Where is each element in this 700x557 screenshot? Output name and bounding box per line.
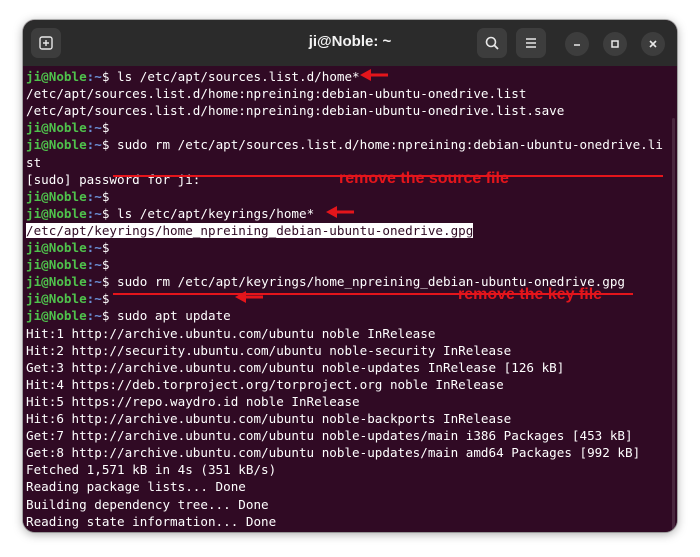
prompt-symbol: $: [101, 257, 118, 273]
maximize-button[interactable]: [603, 32, 627, 56]
output-line: Hit:1 http://archive.ubuntu.com/ubuntu n…: [26, 325, 435, 342]
output-line: /etc/apt/keyrings/home_npreining_debian-…: [26, 222, 474, 239]
output-text: Hit:1 http://archive.ubuntu.com/ubuntu n…: [26, 325, 436, 341]
prompt-line: ji@Noble:~$ ls /etc/apt/sources.list.d/h…: [26, 68, 360, 85]
output-text: Reading state information... Done: [26, 513, 277, 529]
prompt-symbol: $: [101, 205, 118, 221]
prompt-symbol: $: [101, 274, 118, 290]
output-line: Get:8 http://archive.ubuntu.com/ubuntu n…: [26, 444, 640, 461]
output-text: Hit:6 http://archive.ubuntu.com/ubuntu n…: [26, 411, 512, 426]
prompt-path: :~: [86, 291, 102, 307]
output-text: st: [26, 154, 42, 170]
prompt-line: ji@Noble:~$ sudo apt update: [26, 307, 231, 324]
prompt-line: ji@Noble:~$ sudo rm /etc/apt/sources.lis…: [26, 136, 663, 153]
output-line: Get:7 http://archive.ubuntu.com/ubuntu n…: [26, 427, 633, 444]
command-text: sudo apt update: [117, 308, 231, 324]
prompt-user: ji@Noble: [26, 188, 87, 204]
output-text: Fetched 1,571 kB in 4s (351 kB/s): [26, 462, 277, 478]
terminal-window: ji@Noble: ~ ji@Noble:~$ ls /etc/apt/sour…: [23, 20, 677, 532]
prompt-symbol: $: [101, 308, 118, 324]
output-line: Get:3 http://archive.ubuntu.com/ubuntu n…: [26, 359, 564, 376]
output-text: Reading package lists... Done: [26, 479, 246, 495]
command-text: ls /etc/apt/sources.list.d/home*: [117, 69, 360, 84]
prompt-user: ji@Noble: [26, 120, 87, 136]
prompt-user: ji@Noble: [26, 308, 87, 324]
output-line: /etc/apt/sources.list.d/home:npreining:d…: [26, 85, 526, 102]
output-line: Building dependency tree... Done: [26, 496, 269, 513]
close-button[interactable]: [641, 32, 665, 56]
prompt-user: ji@Noble: [26, 240, 87, 255]
minimize-button[interactable]: [565, 32, 589, 56]
prompt-user: ji@Noble: [26, 291, 87, 307]
output-line: Hit:6 http://archive.ubuntu.com/ubuntu n…: [26, 410, 511, 427]
prompt-path: :~: [86, 188, 102, 204]
prompt-line: ji@Noble:~$: [26, 256, 117, 273]
command-text: sudo rm /etc/apt/sources.list.d/home:npr…: [117, 137, 663, 153]
output-line: Fetched 1,571 kB in 4s (351 kB/s): [26, 461, 276, 478]
prompt-symbol: $: [101, 188, 118, 204]
prompt-user: ji@Noble: [26, 137, 87, 153]
output-text: Get:3 http://archive.ubuntu.com/ubuntu n…: [26, 359, 565, 375]
annotation-remove-source: remove the source file: [339, 170, 509, 187]
output-text: Hit:5 https://repo.waydro.id noble InRel…: [26, 393, 360, 409]
prompt-user: ji@Noble: [26, 274, 87, 290]
output-line: Hit:2 http://security.ubuntu.com/ubuntu …: [26, 342, 511, 359]
prompt-path: :~: [86, 120, 102, 136]
output-text: Building dependency tree... Done: [26, 496, 269, 512]
prompt-line: ji@Noble:~$: [26, 119, 117, 136]
prompt-line: ji@Noble:~$: [26, 290, 117, 307]
output-line: /etc/apt/sources.list.d/home:npreining:d…: [26, 102, 564, 119]
output-line: st: [26, 154, 41, 171]
output-text: Get:7 http://archive.ubuntu.com/ubuntu n…: [26, 428, 633, 444]
red-arrow-icon: [235, 291, 263, 303]
prompt-path: :~: [86, 69, 102, 84]
prompt-path: :~: [86, 205, 102, 221]
title-bar: ji@Noble: ~: [23, 20, 677, 66]
output-line: [sudo] password for ji:: [26, 171, 200, 188]
prompt-path: :~: [86, 308, 102, 324]
output-text: /etc/apt/sources.list.d/home:npreining:d…: [26, 103, 565, 119]
output-line: Reading state information... Done: [26, 513, 276, 530]
prompt-path: :~: [86, 240, 102, 255]
output-line: Hit:4 https://deb.torproject.org/torproj…: [26, 376, 504, 393]
annotation-remove-key: remove the key file: [458, 286, 603, 303]
prompt-symbol: $: [101, 137, 118, 153]
prompt-path: :~: [86, 257, 102, 273]
prompt-symbol: $: [101, 69, 118, 84]
prompt-symbol: $: [101, 120, 118, 136]
prompt-line: ji@Noble:~$: [26, 239, 117, 256]
output-text: Hit:2 http://security.ubuntu.com/ubuntu …: [26, 342, 512, 358]
output-text: /etc/apt/sources.list.d/home:npreining:d…: [26, 86, 527, 102]
output-text: Hit:4 https://deb.torproject.org/torproj…: [26, 376, 504, 392]
prompt-user: ji@Noble: [26, 205, 87, 221]
prompt-line: ji@Noble:~$ ls /etc/apt/keyrings/home*: [26, 205, 314, 222]
output-text: [sudo] password for ji:: [26, 171, 201, 187]
prompt-path: :~: [86, 137, 102, 153]
prompt-line: ji@Noble:~$: [26, 188, 117, 205]
output-line: Hit:5 https://repo.waydro.id noble InRel…: [26, 393, 360, 410]
prompt-user: ji@Noble: [26, 257, 87, 273]
output-line: Reading package lists... Done: [26, 478, 246, 495]
prompt-user: ji@Noble: [26, 69, 87, 84]
red-arrow-icon: [326, 206, 354, 218]
search-button[interactable]: [477, 28, 507, 58]
scrollbar[interactable]: [672, 118, 675, 532]
hamburger-menu-icon: [526, 38, 536, 48]
red-arrow-icon: [360, 69, 388, 81]
maximize-icon: [611, 40, 619, 48]
prompt-path: :~: [86, 274, 102, 290]
output-line: 5 packages can be upgraded. Run 'apt lis…: [26, 530, 542, 532]
search-icon: [485, 36, 499, 50]
command-text: ls /etc/apt/keyrings/home*: [117, 205, 315, 221]
output-text: Get:8 http://archive.ubuntu.com/ubuntu n…: [26, 445, 641, 461]
highlighted-output: /etc/apt/keyrings/home_npreining_debian-…: [26, 222, 474, 238]
output-text: 5 packages can be upgraded. Run 'apt lis…: [26, 531, 542, 532]
minimize-icon: [574, 44, 580, 46]
prompt-symbol: $: [101, 240, 118, 255]
menu-button[interactable]: [516, 28, 546, 58]
close-icon: [649, 40, 657, 48]
